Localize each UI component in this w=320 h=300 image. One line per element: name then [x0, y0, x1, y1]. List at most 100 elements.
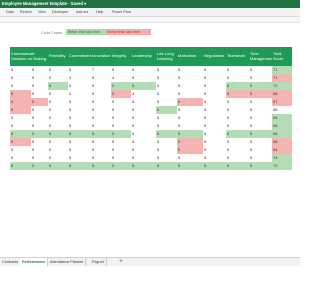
- score-cell[interactable]: 5: [226, 82, 249, 90]
- score-cell[interactable]: 5: [226, 74, 249, 82]
- score-cell[interactable]: 5: [111, 90, 131, 98]
- score-cell[interactable]: 5: [31, 106, 48, 114]
- score-cell[interactable]: 5: [156, 162, 177, 170]
- score-cell[interactable]: 5: [31, 66, 48, 74]
- score-cell[interactable]: 5: [131, 138, 156, 146]
- score-cell[interactable]: 5: [156, 66, 177, 74]
- total-score-cell[interactable]: 71: [272, 74, 292, 82]
- score-cell[interactable]: 5: [91, 146, 111, 154]
- score-cell[interactable]: 5: [68, 130, 91, 138]
- score-cell[interactable]: 5: [177, 138, 203, 146]
- score-cell[interactable]: 5: [203, 122, 226, 130]
- score-cell[interactable]: 5: [68, 162, 91, 170]
- score-cell[interactable]: 5: [68, 66, 91, 74]
- score-cell[interactable]: 5: [48, 146, 68, 154]
- total-score-cell[interactable]: 54: [272, 146, 292, 154]
- score-cell[interactable]: 5: [156, 146, 177, 154]
- score-cell[interactable]: 5: [10, 122, 31, 130]
- score-cell[interactable]: 5: [48, 154, 68, 162]
- ribbon-tab-developer[interactable]: Developer: [52, 10, 68, 14]
- ribbon-tab-power-pivot[interactable]: Power Pivot: [112, 10, 131, 14]
- score-cell[interactable]: 5: [91, 82, 111, 90]
- score-cell[interactable]: 5: [111, 162, 131, 170]
- score-cell[interactable]: 5: [10, 146, 31, 154]
- total-score-cell[interactable]: 68: [272, 130, 292, 138]
- score-cell[interactable]: 5: [203, 90, 226, 98]
- score-cell[interactable]: 5: [226, 138, 249, 146]
- score-cell[interactable]: 5: [131, 66, 156, 74]
- score-cell[interactable]: 5: [91, 98, 111, 106]
- score-cell[interactable]: 5: [203, 106, 226, 114]
- score-cell[interactable]: 4: [68, 90, 91, 98]
- score-cell[interactable]: 5: [131, 98, 156, 106]
- score-cell[interactable]: 5: [177, 74, 203, 82]
- score-cell[interactable]: 5: [31, 74, 48, 82]
- score-cell[interactable]: 5: [10, 106, 31, 114]
- score-cell[interactable]: 5: [68, 114, 91, 122]
- score-cell[interactable]: 5: [48, 74, 68, 82]
- score-cell[interactable]: 5: [31, 154, 48, 162]
- score-cell[interactable]: 5: [10, 154, 31, 162]
- score-cell[interactable]: 5: [249, 130, 272, 138]
- score-cell[interactable]: 5: [131, 146, 156, 154]
- score-cell[interactable]: 5: [177, 106, 203, 114]
- score-cell[interactable]: 5: [226, 162, 249, 170]
- ribbon-tab-addins[interactable]: Add-ins: [76, 10, 88, 14]
- score-cell[interactable]: 5: [31, 162, 48, 170]
- score-cell[interactable]: 5: [203, 98, 226, 106]
- score-cell[interactable]: 5: [226, 122, 249, 130]
- add-sheet-icon[interactable]: +: [117, 258, 125, 266]
- score-cell[interactable]: 5: [249, 138, 272, 146]
- score-cell[interactable]: 5: [226, 114, 249, 122]
- score-cell[interactable]: 5: [111, 146, 131, 154]
- score-cell[interactable]: 5: [91, 90, 111, 98]
- score-cell[interactable]: 5: [111, 138, 131, 146]
- total-score-cell[interactable]: 58: [272, 106, 292, 114]
- score-cell[interactable]: 5: [156, 98, 177, 106]
- score-cell[interactable]: 5: [68, 98, 91, 106]
- score-cell[interactable]: 5: [91, 162, 111, 170]
- score-cell[interactable]: 4: [68, 74, 91, 82]
- score-cell[interactable]: 5: [131, 114, 156, 122]
- total-score-cell[interactable]: 72: [272, 82, 292, 90]
- score-cell[interactable]: 5: [226, 66, 249, 74]
- total-score-cell[interactable]: 72: [272, 162, 292, 170]
- score-cell[interactable]: 5: [48, 98, 68, 106]
- score-cell[interactable]: 5: [177, 130, 203, 138]
- score-cell[interactable]: 5: [68, 146, 91, 154]
- score-cell[interactable]: 5: [226, 154, 249, 162]
- score-cell[interactable]: 5: [68, 138, 91, 146]
- score-cell[interactable]: 5: [156, 138, 177, 146]
- score-cell[interactable]: 7: [91, 66, 111, 74]
- score-cell[interactable]: 5: [10, 66, 31, 74]
- total-score-cell[interactable]: 57: [272, 98, 292, 106]
- score-cell[interactable]: 5: [68, 122, 91, 130]
- score-cell[interactable]: 5: [111, 82, 131, 90]
- score-cell[interactable]: 5: [249, 162, 272, 170]
- score-cell[interactable]: 5: [31, 114, 48, 122]
- score-cell[interactable]: 5: [31, 90, 48, 98]
- ribbon-tab-help[interactable]: Help: [96, 10, 103, 14]
- score-cell[interactable]: 5: [249, 74, 272, 82]
- score-cell[interactable]: 5: [48, 130, 68, 138]
- score-cell[interactable]: 5: [203, 154, 226, 162]
- score-cell[interactable]: 5: [249, 66, 272, 74]
- total-score-cell[interactable]: 64: [272, 114, 292, 122]
- score-cell[interactable]: 5: [177, 114, 203, 122]
- score-cell[interactable]: 5: [249, 154, 272, 162]
- score-cell[interactable]: 5: [68, 82, 91, 90]
- total-score-cell[interactable]: 71: [272, 66, 292, 74]
- score-cell[interactable]: 5: [156, 106, 177, 114]
- score-cell[interactable]: 5: [68, 106, 91, 114]
- score-cell[interactable]: 5: [31, 98, 48, 106]
- score-cell[interactable]: 5: [48, 82, 68, 90]
- score-cell[interactable]: 5: [177, 82, 203, 90]
- score-cell[interactable]: 5: [203, 138, 226, 146]
- score-cell[interactable]: 5: [48, 66, 68, 74]
- score-cell[interactable]: 5: [249, 98, 272, 106]
- score-cell[interactable]: 5: [31, 82, 48, 90]
- score-cell[interactable]: 4: [131, 90, 156, 98]
- score-cell[interactable]: 5: [203, 66, 226, 74]
- score-cell[interactable]: 5: [177, 162, 203, 170]
- score-cell[interactable]: 5: [111, 154, 131, 162]
